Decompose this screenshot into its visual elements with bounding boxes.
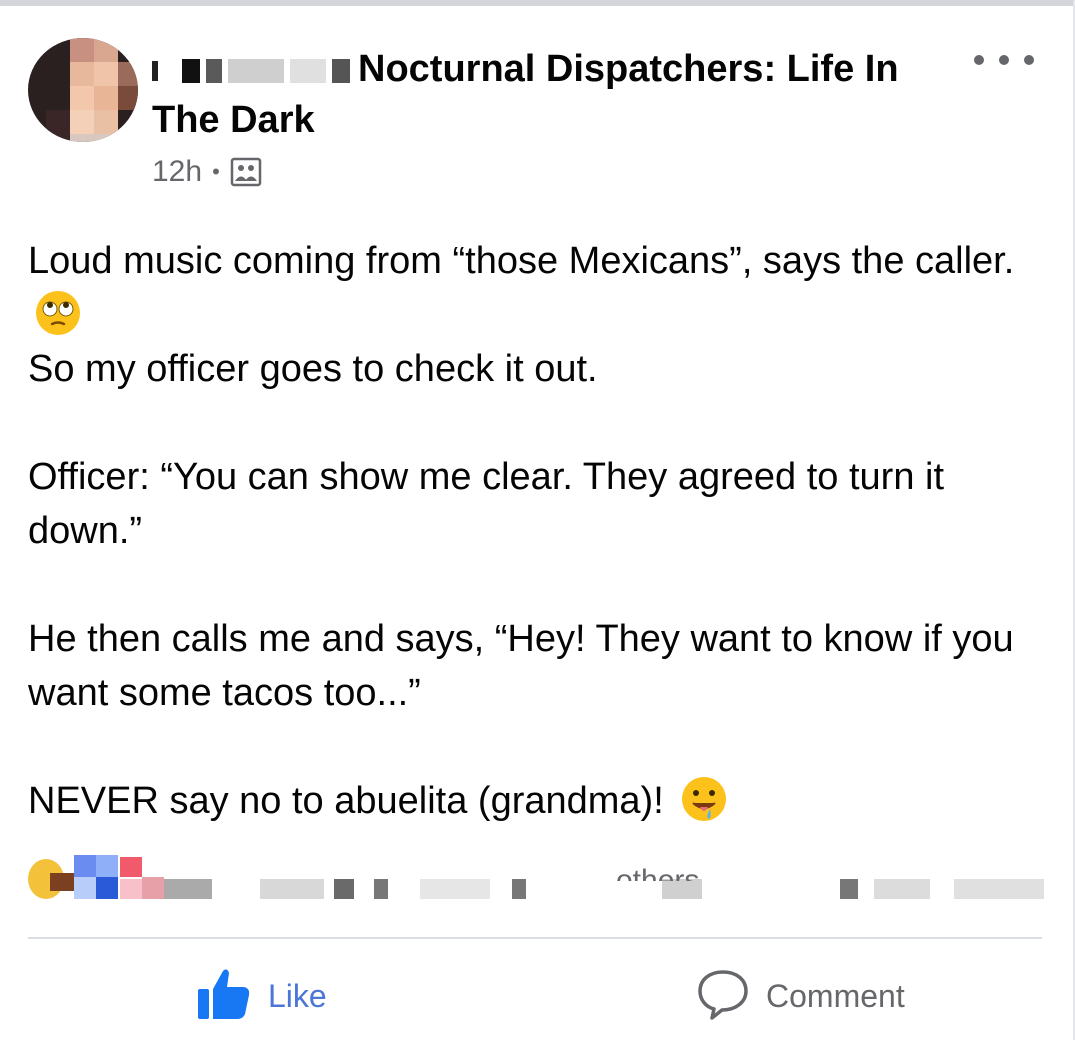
redacted-author-name [152,60,158,81]
reactions-others-text: others [616,864,700,881]
reaction-icons [28,855,178,905]
more-dot-icon [974,55,984,65]
group-audience-icon[interactable] [230,157,262,187]
post-body: Loud music coming from “those Mexicans”,… [28,234,1048,828]
reactions-summary[interactable]: others [28,855,1048,905]
post-line: Loud music coming from “those Mexicans”,… [28,240,1015,282]
more-options-button[interactable] [974,48,1034,72]
like-button[interactable]: Like [196,966,327,1026]
love-reaction-icon [120,857,142,877]
more-dot-icon [999,55,1009,65]
top-border [0,0,1075,6]
post-header-title: Nocturnal Dispatchers: Life In The Dark [152,44,952,146]
author-avatar[interactable] [28,38,138,142]
post-line: So my officer goes to check it out. [28,348,598,390]
comment-label: Comment [766,977,905,1014]
post-meta: 12h • [152,152,262,192]
post-line: NEVER say no to abuelita (grandma)! [28,780,664,822]
post-line: Officer: “You can show me clear. They ag… [28,456,945,552]
face-with-rolling-eyes-emoji [34,289,82,337]
comment-button[interactable]: Comment [696,966,905,1026]
action-divider [28,937,1042,939]
meta-separator: • [212,159,220,184]
post-timestamp[interactable]: 12h [152,155,202,189]
comment-bubble-icon [696,967,750,1026]
like-label: Like [268,977,327,1014]
post-line: He then calls me and says, “Hey! They wa… [28,618,1014,714]
thumbs-up-icon [196,967,252,1026]
more-dot-icon [1024,55,1034,65]
drooling-face-emoji [680,775,728,823]
like-reaction-icon [74,855,96,877]
